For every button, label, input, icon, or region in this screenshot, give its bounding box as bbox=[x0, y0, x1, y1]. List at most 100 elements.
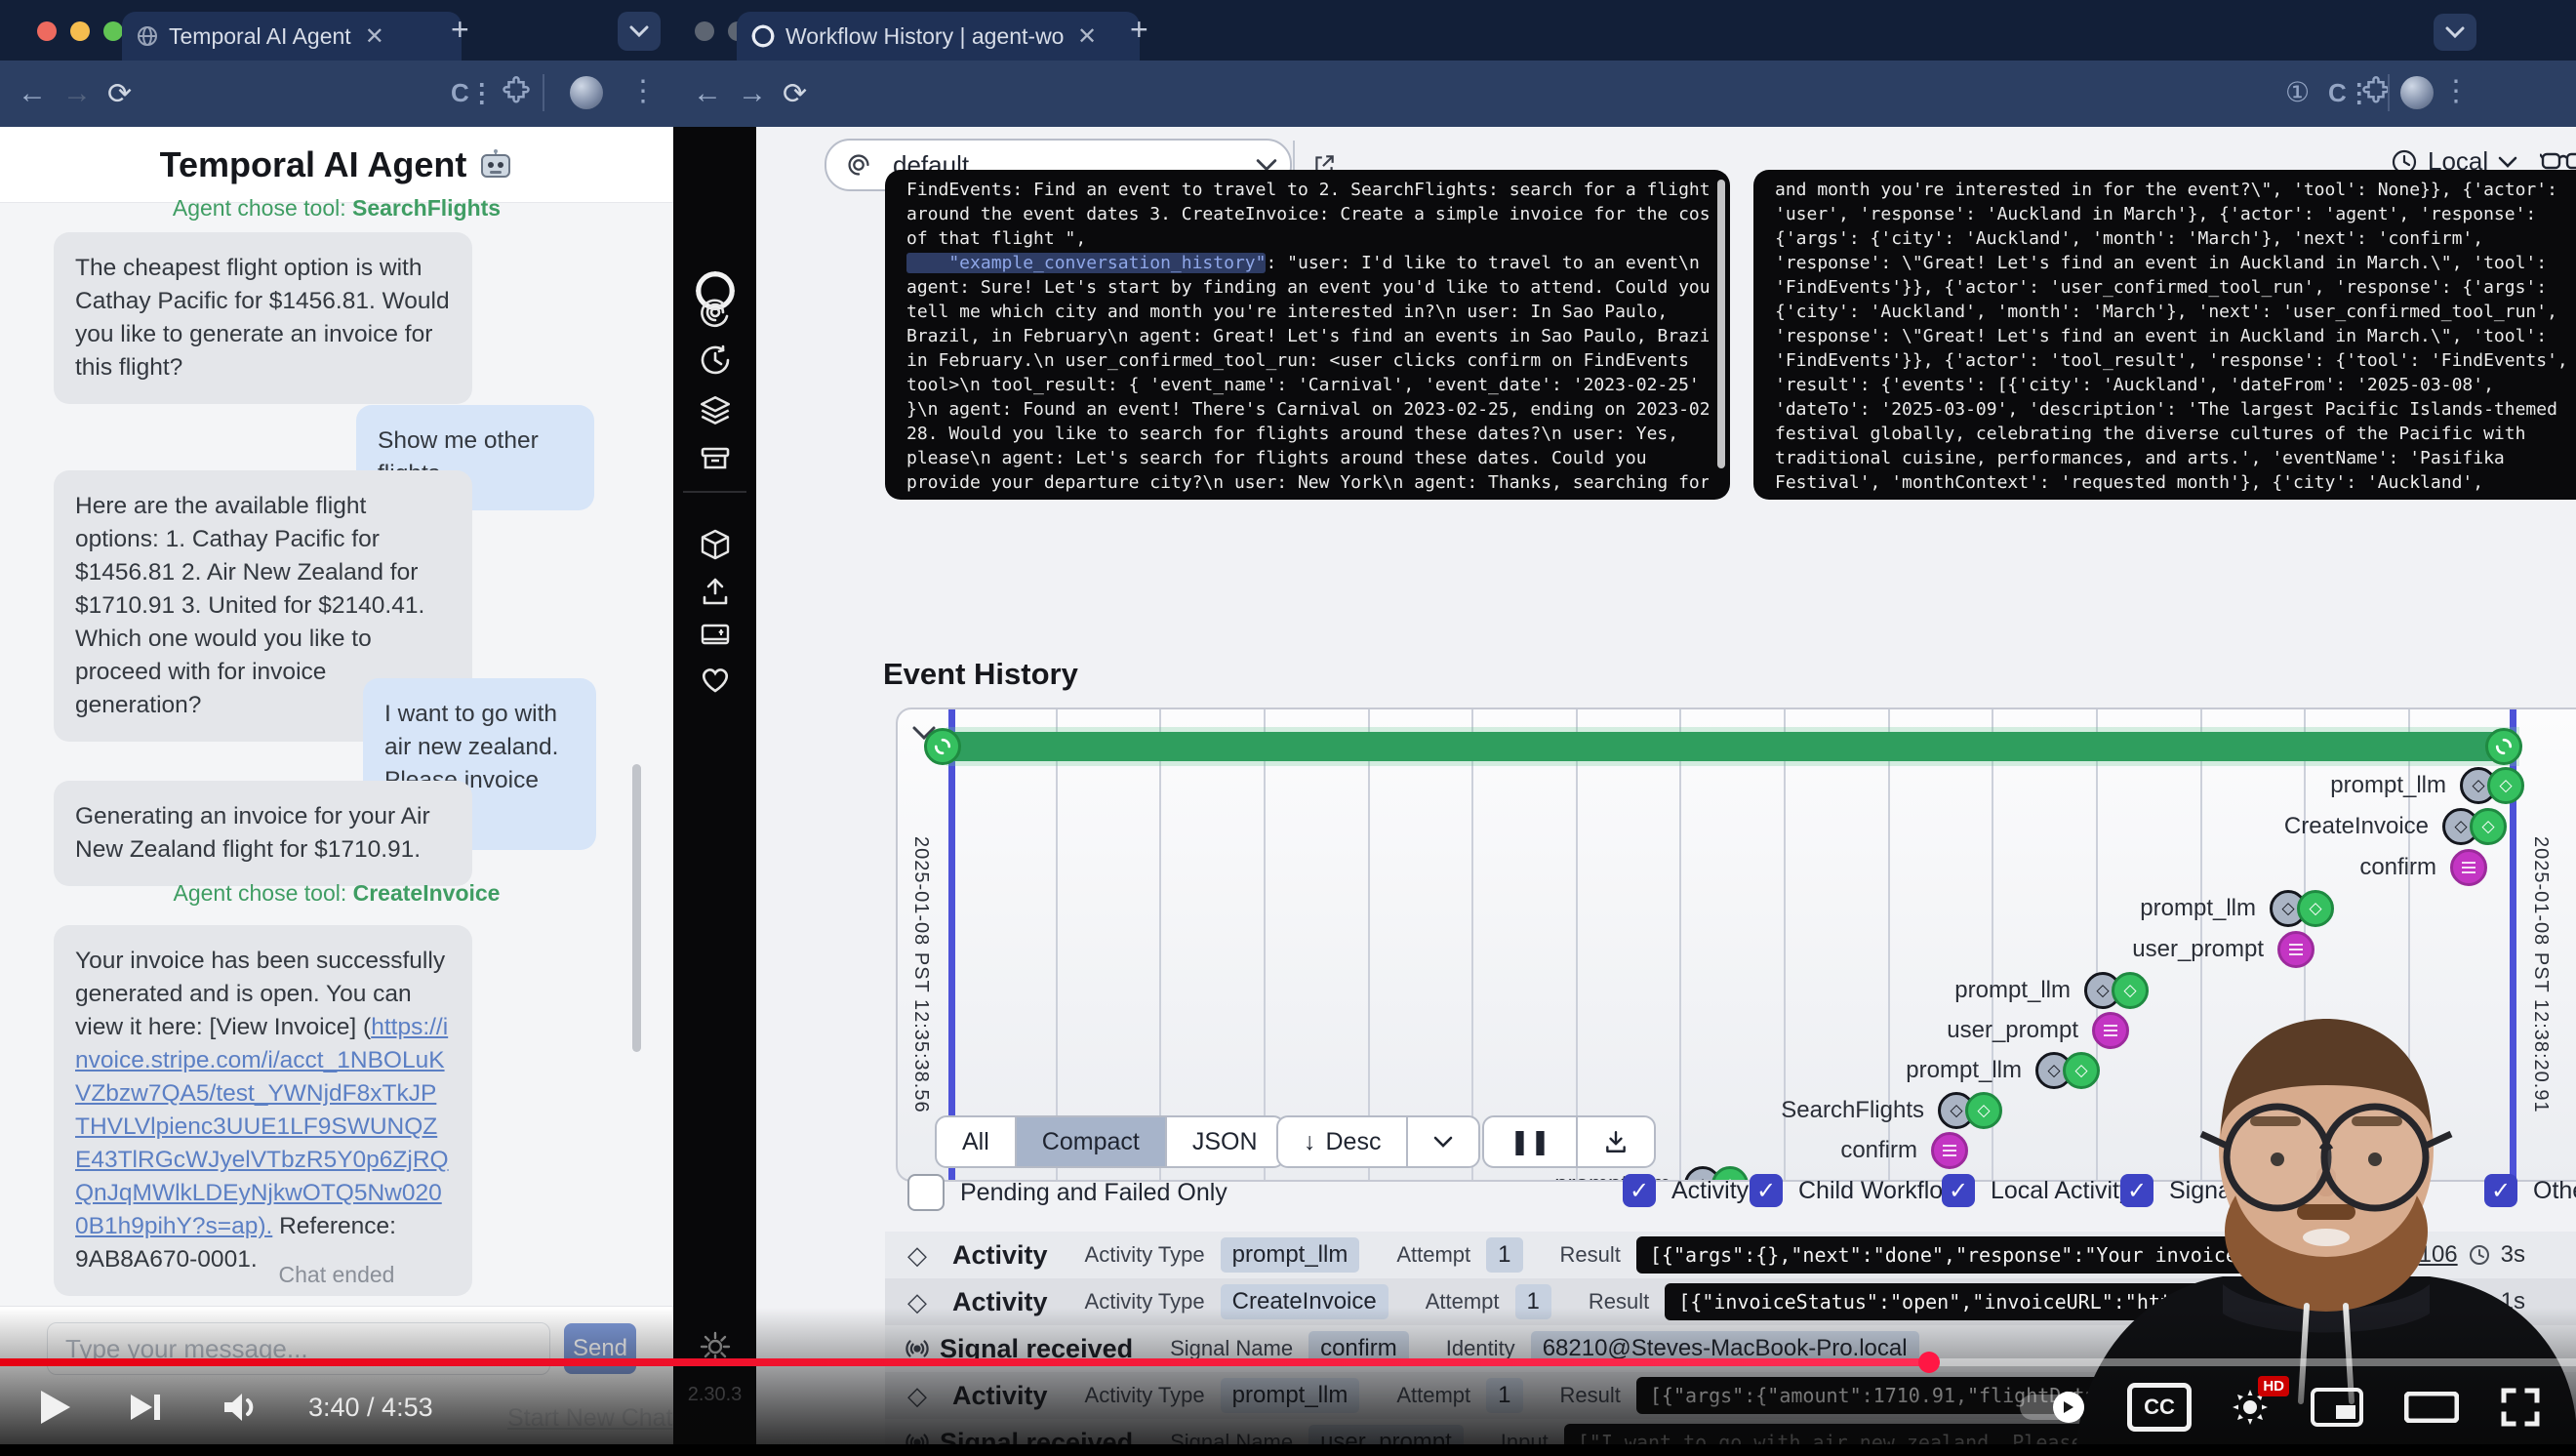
code-line: traditional cuisine, performances, and a… bbox=[1775, 446, 2576, 470]
volume-icon[interactable] bbox=[222, 1391, 262, 1424]
extensions-puzzle-icon[interactable] bbox=[2361, 76, 2391, 105]
back-icon[interactable]: ← bbox=[18, 77, 47, 110]
miniplayer-button[interactable] bbox=[2311, 1388, 2363, 1427]
new-tab-button[interactable]: + bbox=[1130, 12, 1148, 48]
archival-icon[interactable] bbox=[698, 441, 733, 476]
panel-scrollbar[interactable] bbox=[1717, 180, 1725, 468]
profile-avatar[interactable] bbox=[570, 76, 603, 109]
code-line: around the event dates 3. CreateInvoice:… bbox=[906, 202, 1709, 226]
extension-c-icon[interactable]: C⋮ bbox=[451, 78, 495, 108]
event-history-heading: Event History bbox=[883, 657, 1078, 692]
autoplay-toggle[interactable] bbox=[2020, 1395, 2084, 1420]
workflow-end-marker[interactable] bbox=[2485, 728, 2522, 765]
maximize-window-button[interactable] bbox=[103, 21, 123, 41]
chat-header: Temporal AI Agent bbox=[0, 127, 673, 203]
tool-banner: Agent chose tool: SearchFlights bbox=[0, 195, 673, 222]
close-tab-icon[interactable]: ✕ bbox=[1073, 22, 1101, 51]
onepassword-icon[interactable]: ① bbox=[2285, 76, 2310, 108]
settings-gear-button[interactable]: HD bbox=[2231, 1388, 2270, 1427]
minimize-window-button[interactable] bbox=[70, 21, 90, 41]
timeline-row[interactable]: confirm bbox=[2359, 848, 2487, 887]
code-line: FindEvents: Find an event to travel to 2… bbox=[906, 178, 1709, 202]
back-icon[interactable]: ← bbox=[693, 77, 722, 110]
sort-chevron-button[interactable] bbox=[1406, 1117, 1478, 1166]
timeline-row[interactable]: prompt_llm ◇◇ bbox=[2330, 766, 2524, 805]
bot-message: The cheapest flight option is with Catha… bbox=[54, 232, 472, 404]
tab-workflow-history[interactable]: Workflow History | agent-wor ✕ bbox=[737, 12, 1140, 61]
view-compact-button[interactable]: Compact bbox=[1015, 1117, 1165, 1166]
timeline-row[interactable]: prompt_llm ◇◇ bbox=[1906, 1051, 2100, 1090]
filter-child-workflow[interactable]: ✓ Child Workflow bbox=[1750, 1174, 1960, 1207]
package-icon[interactable] bbox=[698, 527, 733, 562]
play-button[interactable] bbox=[39, 1389, 72, 1426]
chat-app-title: Temporal AI Agent bbox=[160, 144, 467, 185]
sort-control[interactable]: ↓Desc bbox=[1276, 1115, 1480, 1168]
view-json-button[interactable]: JSON bbox=[1165, 1117, 1283, 1166]
activity-marker-pair: ◇◇ bbox=[2270, 890, 2334, 927]
profile-avatar[interactable] bbox=[2400, 76, 2434, 109]
filter-activity[interactable]: ✓ Activity bbox=[1623, 1174, 1749, 1207]
player-controls: 3:40 / 4:53 CC HD bbox=[0, 1370, 2576, 1444]
checkbox-checked[interactable]: ✓ bbox=[1750, 1174, 1783, 1207]
view-toggle-group[interactable]: All Compact JSON bbox=[935, 1115, 1285, 1168]
left-tabstrip: Temporal AI Agent ✕ + bbox=[0, 0, 673, 61]
code-line: Festival', 'monthContext': 'requested mo… bbox=[1775, 470, 2576, 495]
workflow-execution-bar[interactable] bbox=[951, 732, 2515, 761]
captions-button[interactable]: CC bbox=[2127, 1383, 2192, 1432]
layers-icon[interactable] bbox=[697, 392, 734, 429]
timeline-row[interactable]: SearchFlights ◇◇ bbox=[1781, 1091, 2002, 1130]
timeline-row[interactable]: prompt_llm ◇◇ bbox=[2140, 889, 2334, 928]
signal-marker bbox=[2277, 931, 2314, 968]
tab-search-button[interactable] bbox=[618, 12, 661, 51]
globe-favicon-icon bbox=[136, 24, 159, 48]
view-all-button[interactable]: All bbox=[937, 1117, 1015, 1166]
theater-mode-button[interactable] bbox=[2404, 1392, 2459, 1423]
window-controls[interactable] bbox=[37, 21, 123, 41]
timeline-row[interactable]: CreateInvoice ◇◇ bbox=[2284, 807, 2507, 846]
tab-temporal-ai-agent[interactable]: Temporal AI Agent ✕ bbox=[122, 12, 462, 61]
code-line: please\n agent: Let's search for flights… bbox=[906, 446, 1709, 470]
reload-icon[interactable]: ⟳ bbox=[107, 77, 132, 111]
pending-failed-filter[interactable]: Pending and Failed Only bbox=[907, 1174, 1228, 1211]
code-line: }\n agent: Found an event! There's Carni… bbox=[906, 397, 1709, 422]
checkbox-unchecked[interactable] bbox=[907, 1174, 945, 1211]
video-progress-bar[interactable] bbox=[0, 1358, 2576, 1366]
forward-icon[interactable]: → bbox=[738, 77, 767, 110]
checkbox-checked[interactable]: ✓ bbox=[1942, 1174, 1975, 1207]
invoice-link[interactable]: https://invoice.stripe.com/i/acct_1NBOLu… bbox=[75, 1014, 449, 1239]
workflow-result-code-panel[interactable]: and month you're interested in for the e… bbox=[1753, 170, 2576, 500]
download-button[interactable] bbox=[1576, 1117, 1654, 1166]
bot-message-invoice: Your invoice has been successfully gener… bbox=[54, 925, 472, 1296]
timeline-row[interactable]: user_prompt bbox=[2132, 930, 2314, 969]
sort-desc-button[interactable]: ↓Desc bbox=[1278, 1117, 1406, 1166]
tab-search-button[interactable] bbox=[2434, 14, 2476, 51]
extensions-puzzle-icon[interactable] bbox=[502, 76, 531, 105]
code-line: 'FindEvents'}}, {'actor': 'tool_result',… bbox=[1775, 348, 2576, 373]
workflow-start-marker[interactable] bbox=[924, 728, 961, 765]
chevron-down-icon bbox=[2498, 156, 2517, 168]
chat-scrollbar[interactable] bbox=[632, 764, 641, 1052]
schedules-icon[interactable] bbox=[698, 343, 733, 378]
menu-dots-icon[interactable]: ⋮ bbox=[628, 74, 658, 108]
new-tab-button[interactable]: + bbox=[451, 12, 469, 48]
close-window-button[interactable] bbox=[695, 21, 714, 41]
feedback-monitor-icon[interactable] bbox=[698, 619, 733, 654]
reload-icon[interactable]: ⟳ bbox=[783, 77, 807, 111]
chat-app: Temporal AI Agent Agent chose tool: Sear… bbox=[0, 127, 673, 1444]
close-window-button[interactable] bbox=[37, 21, 57, 41]
workflow-input-code-panel[interactable]: FindEvents: Find an event to travel to 2… bbox=[885, 170, 1730, 500]
upload-icon[interactable] bbox=[698, 574, 733, 609]
next-button[interactable] bbox=[129, 1391, 162, 1424]
workflows-icon[interactable] bbox=[698, 295, 733, 330]
code-line: of that flight ", bbox=[906, 226, 1709, 251]
pause-button[interactable]: ❚❚ bbox=[1484, 1117, 1576, 1166]
timeline-start-line bbox=[948, 709, 955, 1180]
menu-dots-icon[interactable]: ⋮ bbox=[2441, 74, 2471, 108]
close-tab-icon[interactable]: ✕ bbox=[361, 22, 388, 51]
checkbox-checked[interactable]: ✓ bbox=[1623, 1174, 1656, 1207]
fullscreen-button[interactable] bbox=[2500, 1387, 2541, 1428]
favorites-heart-icon[interactable] bbox=[698, 662, 733, 697]
playback-control-group[interactable]: ❚❚ bbox=[1482, 1115, 1656, 1168]
forward-icon[interactable]: → bbox=[62, 77, 92, 110]
timeline-row[interactable]: confirm bbox=[1840, 1131, 1968, 1170]
